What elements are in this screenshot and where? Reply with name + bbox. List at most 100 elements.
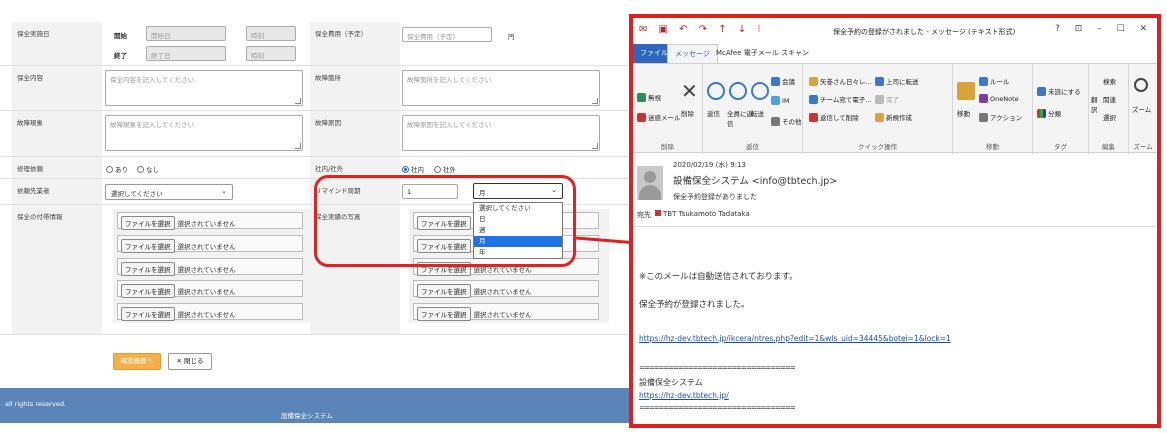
row-content: 保全内容 保全内容を記入してください 故障箇所 故障箇所を記入してください xyxy=(0,66,630,111)
choose-file-button[interactable]: ファイルを選択 xyxy=(121,307,175,321)
choose-file-button[interactable]: ファイルを選択 xyxy=(417,284,471,298)
vendor-select[interactable]: 選択してください ⌄ xyxy=(105,184,233,200)
footer-system-name: 設備保全システム xyxy=(281,412,333,420)
content-textarea[interactable]: 保全内容を記入してください xyxy=(105,70,303,106)
fault-place-textarea[interactable]: 故障箇所を記入してください xyxy=(402,70,600,106)
fault-cause-textarea[interactable]: 故障原因を記入してください xyxy=(402,115,600,151)
radio-icon xyxy=(434,166,441,173)
outlook-message-window: ✉ ▣ ↶ ↷ ↑ ↓ ⁝ 保全予約の登録がされました - メッセージ (テキス… xyxy=(629,14,1161,428)
lightning-icon xyxy=(875,113,884,122)
fault-state-textarea[interactable]: 故障現象を記入してください xyxy=(105,115,303,151)
move-button[interactable]: 移動 xyxy=(957,108,970,118)
close-button[interactable]: ✕ 閉じる xyxy=(168,353,212,370)
window-controls[interactable]: ? ⊡ – ☐ ✕ xyxy=(1055,24,1153,34)
inout-in-radio[interactable]: 社内 xyxy=(402,164,424,174)
junk-icon xyxy=(637,113,646,122)
rules-icon xyxy=(979,77,988,86)
delete-button[interactable]: 削除 xyxy=(681,108,694,118)
forward-icon xyxy=(875,77,884,86)
attach-file-input-5[interactable]: ファイルを選択 選択されていません xyxy=(117,303,303,321)
related-button[interactable]: 関連 xyxy=(1103,94,1116,104)
reply-delete-icon xyxy=(809,113,818,122)
start-time-input[interactable]: 時刻 xyxy=(246,26,296,41)
photo-file-input-5[interactable]: ファイルを選択 選択されていません xyxy=(413,303,599,321)
group-zoom-label: ズーム xyxy=(1133,143,1153,151)
quick-access-toolbar[interactable]: ✉ ▣ ↶ ↷ ↑ ↓ ⁝ xyxy=(639,24,765,35)
screenshot-stage: 保全実施日 開始 開始日 時刻 終了 終了日 時刻 保全費用（予定） 保全費用（… xyxy=(0,0,1167,433)
signature-name: 設備保全システム xyxy=(639,378,703,387)
attach-file-input-1[interactable]: ファイルを選択 選択されていません xyxy=(117,212,303,230)
quickstep-2[interactable]: チーム宛て電子… xyxy=(809,94,872,104)
row-fault: 故障現象 故障現象を記入してください 故障原因 故障原因を記入してください xyxy=(0,111,630,157)
im-button[interactable]: IM xyxy=(771,96,790,105)
cost-label: 保全費用（予定） xyxy=(310,22,400,65)
choose-file-button[interactable]: ファイルを選択 xyxy=(121,262,175,276)
group-edit: 翻訳 検索 関連 選択 編集 xyxy=(1089,64,1129,154)
ribbon-tabs: ファイル メッセージ McAfee 電子メール スキャン xyxy=(633,44,1157,63)
tab-mcafee[interactable]: McAfee 電子メール スキャン xyxy=(709,44,816,63)
message-subject: 保全予約登録がありました xyxy=(673,193,757,201)
translate-button[interactable]: 翻訳 xyxy=(1091,94,1101,114)
junk-button[interactable]: 迷惑メール xyxy=(637,112,681,122)
photo-file-input-4[interactable]: ファイルを選択 選択されていません xyxy=(413,280,599,298)
move-icon xyxy=(957,82,975,100)
folder-icon xyxy=(809,77,818,86)
meeting-button[interactable]: 会議 xyxy=(771,76,795,86)
sender-avatar xyxy=(637,166,663,200)
fault-state-label: 故障現象 xyxy=(12,111,102,156)
reply-all-icon xyxy=(729,82,747,100)
categorize-button[interactable]: 分類 xyxy=(1037,108,1061,118)
end-date-input[interactable]: 終了日 xyxy=(146,46,226,61)
attach-file-input-4[interactable]: ファイルを選択 選択されていません xyxy=(117,280,303,298)
signature-url[interactable]: https://hz-dev.tbtech.jp/ xyxy=(639,391,729,400)
ribbon: 無視 迷惑メール ✕ 削除 削除 返信 全員に返信 転送 会議 IM その他 返… xyxy=(633,63,1157,154)
choose-file-button[interactable]: ファイルを選択 xyxy=(417,307,471,321)
recipient-color-icon xyxy=(655,210,661,216)
quickstep-5[interactable]: 完了 xyxy=(875,94,899,104)
content-label: 保全内容 xyxy=(12,66,102,110)
start-date-input[interactable]: 開始日 xyxy=(146,26,226,41)
cost-input[interactable]: 保全費用（予定） xyxy=(402,27,492,42)
unread-button[interactable]: 未読にする xyxy=(1037,86,1081,96)
reply-icon xyxy=(707,82,725,100)
more-button[interactable]: その他 xyxy=(771,116,802,126)
to-label: 宛先 xyxy=(637,211,651,219)
envelope-icon xyxy=(1037,87,1046,96)
reply-button[interactable]: 返信 xyxy=(707,108,720,118)
quickstep-1[interactable]: 矢巻さん日々レ… xyxy=(809,76,872,86)
actions-button[interactable]: アクション xyxy=(979,112,1022,122)
inout-out-radio[interactable]: 社外 xyxy=(434,164,456,174)
end-time-input[interactable]: 時刻 xyxy=(246,46,296,61)
file-status: 選択されていません xyxy=(473,266,532,274)
repair-no-radio[interactable]: なし xyxy=(137,164,159,174)
choose-file-button[interactable]: ファイルを選択 xyxy=(121,216,175,230)
chat-icon xyxy=(771,96,780,105)
attach-file-input-3[interactable]: ファイルを選択 選択されていません xyxy=(117,258,303,276)
choose-file-button[interactable]: ファイルを選択 xyxy=(121,239,175,253)
attach-file-input-2[interactable]: ファイルを選択 選択されていません xyxy=(117,235,303,253)
search-button[interactable]: 検索 xyxy=(1103,76,1116,86)
rules-button[interactable]: ルール xyxy=(979,76,1010,86)
zoom-button[interactable]: ズーム xyxy=(1132,104,1151,114)
confirm-button[interactable]: 確認画面へ xyxy=(113,353,161,370)
ignore-button[interactable]: 無視 xyxy=(637,92,661,102)
separator-bottom: ================================ xyxy=(639,404,796,412)
actions-icon xyxy=(979,113,988,122)
quickstep-6[interactable]: 新規作成 xyxy=(875,112,912,122)
forward-button[interactable]: 転送 xyxy=(751,108,764,118)
group-quick-label: クイック操作 xyxy=(858,143,897,151)
choose-file-button[interactable]: ファイルを選択 xyxy=(121,284,175,298)
vendor-label: 依頼先業者 xyxy=(12,179,102,204)
quickstep-4[interactable]: 上司に転送 xyxy=(875,76,919,86)
select-button[interactable]: 選択 xyxy=(1103,112,1116,122)
body-link[interactable]: https://hz-dev.tbtech.jp/ikcera/ntres.ph… xyxy=(639,334,951,343)
repair-yes-radio[interactable]: あり xyxy=(106,164,128,174)
message-body: ※このメールは自動送信されております。 保全予約が登録されました。 https:… xyxy=(633,236,1157,424)
radio-checked-icon xyxy=(402,166,409,173)
file-status: 選択されていません xyxy=(177,266,236,274)
start-label: 開始 xyxy=(114,32,127,40)
check-icon xyxy=(875,95,884,104)
reply-all-button[interactable]: 全員に返信 xyxy=(727,108,753,128)
onenote-button[interactable]: OneNote xyxy=(979,94,1019,103)
quickstep-3[interactable]: 返信して削除 xyxy=(809,112,859,122)
